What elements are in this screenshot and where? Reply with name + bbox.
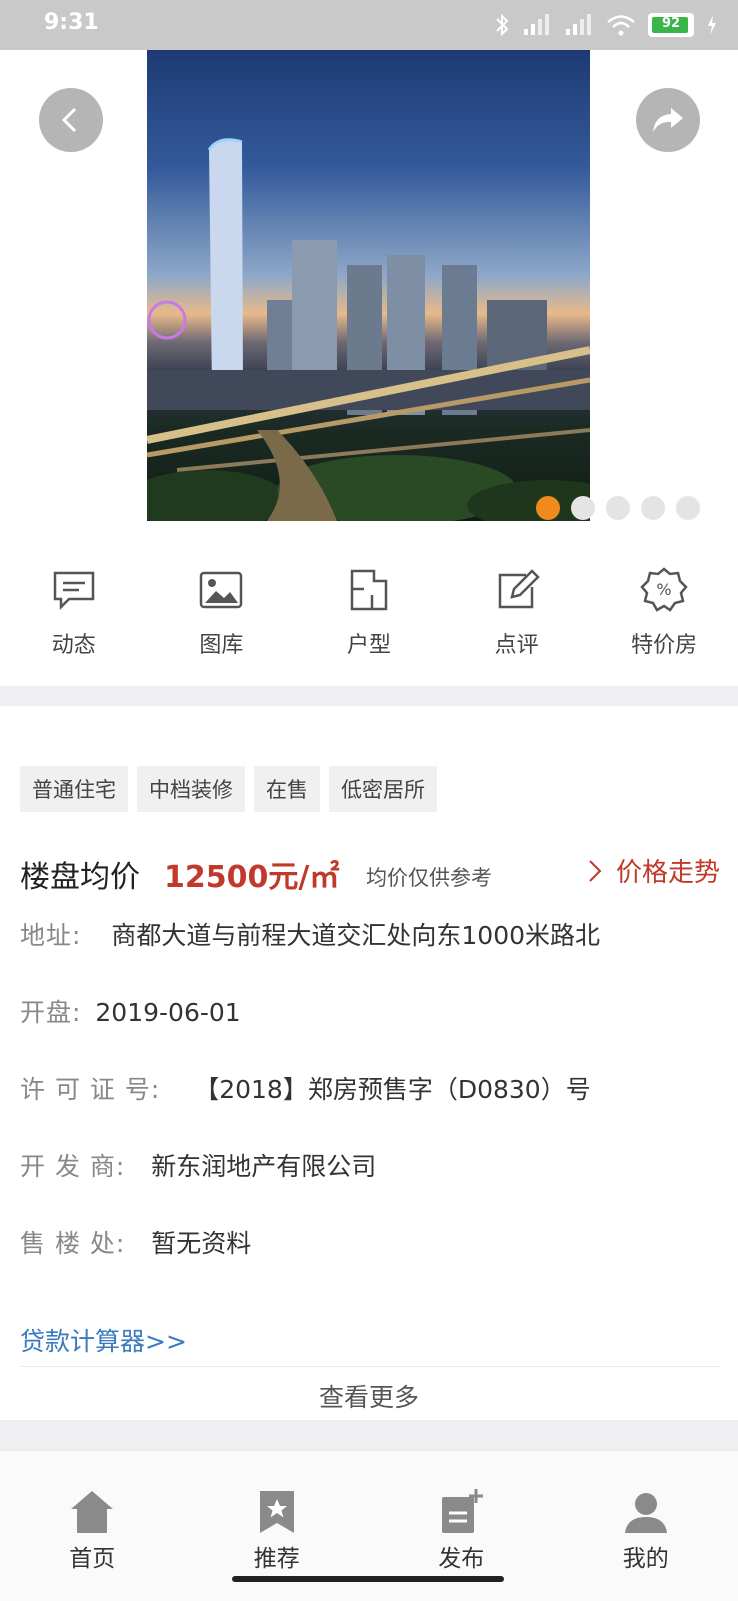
message-icon	[49, 565, 99, 615]
price-note: 均价仅供参考	[366, 862, 492, 892]
func-item-gallery[interactable]: 图库	[148, 565, 296, 685]
func-item-floorplan[interactable]: 户型	[295, 565, 443, 685]
price-trend-link[interactable]: 价格走势	[588, 852, 720, 889]
developer-value: 新东润地产有限公司	[151, 1152, 376, 1181]
bookmark-star-icon	[252, 1487, 302, 1537]
battery-level: 92	[650, 16, 692, 31]
func-label: 动态	[52, 627, 96, 659]
loan-calculator-link[interactable]: 贷款计算器>>	[20, 1322, 187, 1358]
user-icon	[621, 1487, 671, 1537]
opening-label: 开盘:	[20, 998, 81, 1027]
carousel-dot[interactable]	[606, 496, 630, 520]
nav-label: 推荐	[254, 1539, 300, 1573]
carousel-dot[interactable]	[536, 496, 560, 520]
publish-icon	[436, 1487, 486, 1537]
license-value: 【2018】郑房预售字（D0830）号	[194, 1075, 591, 1104]
share-button[interactable]	[636, 88, 700, 152]
license-row: 许 可 证 号: 【2018】郑房预售字（D0830）号	[20, 1070, 591, 1106]
section-divider	[0, 1420, 738, 1450]
status-icons: 92	[494, 10, 718, 40]
status-time: 9:31	[44, 10, 99, 35]
carousel-dot[interactable]	[641, 496, 665, 520]
opening-value: 2019-06-01	[95, 998, 240, 1027]
nav-item-profile[interactable]: 我的	[554, 1451, 738, 1601]
price-label: 楼盘均价	[20, 852, 140, 896]
view-more-button[interactable]: 查看更多	[0, 1378, 738, 1414]
developer-row: 开 发 商: 新东润地产有限公司	[20, 1147, 376, 1183]
floorplan-icon	[344, 565, 394, 615]
bluetooth-icon	[494, 12, 510, 38]
nav-label: 首页	[69, 1539, 115, 1573]
address-row: 地址: 商都大道与前程大道交汇处向东1000米路北	[20, 916, 600, 952]
tag: 中档装修	[137, 766, 245, 812]
function-nav: 动态 图库 户型 点评 % 特价房	[0, 565, 738, 685]
func-item-review[interactable]: 点评	[443, 565, 591, 685]
func-label: 点评	[495, 627, 539, 659]
city-skyline-image	[147, 50, 590, 521]
price-value: 12500元/㎡	[164, 852, 339, 896]
func-item-discount[interactable]: % 特价房	[590, 565, 738, 685]
svg-text:%: %	[657, 580, 672, 599]
divider	[20, 1366, 720, 1367]
signal-icon	[522, 13, 552, 37]
signal-2-icon	[564, 13, 594, 37]
opening-row: 开盘: 2019-06-01	[20, 993, 241, 1029]
carousel-indicator	[536, 496, 700, 520]
share-arrow-icon	[651, 105, 685, 135]
func-label: 图库	[199, 627, 243, 659]
sales-office-label: 售 楼 处:	[20, 1229, 125, 1258]
section-divider	[0, 686, 738, 706]
tag: 低密居所	[329, 766, 437, 812]
sales-office-value: 暂无资料	[151, 1229, 251, 1258]
developer-label: 开 发 商:	[20, 1152, 125, 1181]
home-icon	[67, 1487, 117, 1537]
chevron-left-icon	[56, 105, 86, 135]
wifi-icon	[606, 13, 636, 37]
hero-image[interactable]	[147, 50, 590, 521]
gallery-icon	[196, 565, 246, 615]
tag: 在售	[254, 766, 320, 812]
nav-label: 我的	[623, 1539, 669, 1573]
carousel-dot[interactable]	[571, 496, 595, 520]
home-indicator[interactable]	[232, 1576, 504, 1582]
review-icon	[492, 565, 542, 615]
sales-office-row: 售 楼 处: 暂无资料	[20, 1224, 251, 1260]
back-button[interactable]	[39, 88, 103, 152]
property-tags: 普通住宅 中档装修 在售 低密居所	[20, 766, 437, 812]
license-label: 许 可 证 号:	[20, 1075, 160, 1104]
address-label: 地址:	[20, 921, 81, 950]
chevron-right-icon	[588, 859, 602, 883]
charging-icon	[706, 14, 718, 36]
func-label: 特价房	[631, 627, 697, 659]
tag: 普通住宅	[20, 766, 128, 812]
discount-icon: %	[639, 565, 689, 615]
address-value: 商都大道与前程大道交汇处向东1000米路北	[111, 921, 600, 950]
nav-label: 发布	[438, 1539, 484, 1573]
price-trend-label: 价格走势	[616, 852, 720, 889]
battery-icon: 92	[648, 13, 694, 37]
carousel-dot[interactable]	[676, 496, 700, 520]
func-item-news[interactable]: 动态	[0, 565, 148, 685]
nav-item-home[interactable]: 首页	[0, 1451, 185, 1601]
func-label: 户型	[347, 627, 391, 659]
